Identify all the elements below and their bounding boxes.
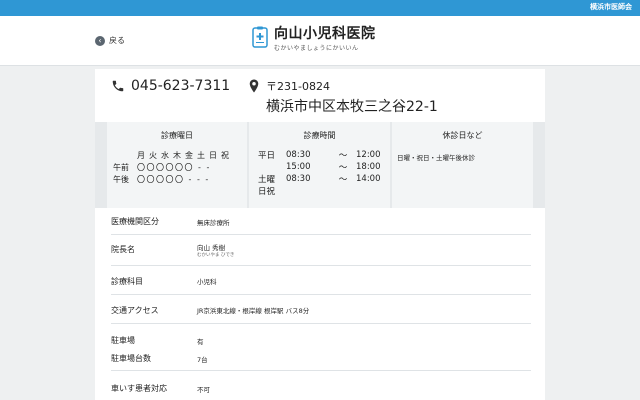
type-label: 医療機関区分 (111, 217, 159, 226)
clinic-brand: 向山小児科医院 むかいやましょうにかいいん (252, 26, 376, 52)
director-kana: むかいやま ひでき (197, 253, 235, 258)
closed-days-column: 休診日など 日曜・祝日・土曜午後休診 (392, 122, 533, 208)
parking-count-value: 7台 (197, 356, 208, 364)
weekday-am-end: 12:00 (356, 150, 381, 160)
consult-hours-column: 診療時間 平日 08:30 ～ 12:00 15:00 ～ 18:00 土曜 0… (249, 122, 390, 208)
phone-icon (112, 80, 124, 92)
hours-list: 平日 08:30 ～ 12:00 15:00 ～ 18:00 土曜 08:30 … (258, 149, 381, 197)
tilde: ～ (338, 151, 348, 161)
closed-days-header: 休診日など (442, 131, 483, 140)
parking-label: 駐車場 (111, 336, 135, 345)
weekday-pm-row: 15:00 ～ 18:00 (258, 161, 381, 173)
department-label: 診療科目 (111, 277, 143, 286)
detail-row-type: 医療機関区分 無床診療所 (111, 208, 531, 235)
phone-row[interactable]: 045-623-7311 (111, 78, 230, 94)
detail-row-access: 交通アクセス JR京浜東北線・根岸線 根岸駅 バス8分 (111, 295, 531, 324)
chevron-left-icon: ‹ (95, 35, 105, 46)
access-label: 交通アクセス (111, 306, 159, 315)
address-block: 〒231-0824 横浜市中区本牧三之谷22-1 (249, 78, 438, 116)
pm-row: 午後 〇〇〇〇〇 - - - (113, 174, 210, 185)
director-label: 院長名 (111, 245, 135, 254)
saturday-end: 14:00 (356, 174, 381, 184)
clinic-name: 向山小児科医院 (274, 26, 376, 42)
weekday-pm-end: 18:00 (356, 162, 381, 172)
sunday-row: 日祝 (258, 185, 381, 197)
tilde: ～ (338, 175, 348, 185)
consult-days-header: 診療曜日 (161, 131, 193, 140)
detail-row-department: 診療科目 小児科 (111, 266, 531, 295)
am-marks: 〇〇〇〇〇〇 - - (137, 163, 211, 172)
wheelchair-value: 不可 (197, 386, 210, 394)
detail-rows: 医療機関区分 無床診療所 院長名 向山 秀樹 むかいやま ひでき 診療科目 小児… (111, 208, 531, 400)
weekday-pm-start: 15:00 (286, 162, 311, 172)
access-value: JR京浜東北線・根岸線 根岸駅 バス8分 (197, 307, 310, 315)
weekday-label: 平日 (258, 151, 276, 161)
back-label: 戻る (109, 36, 125, 45)
saturday-row: 土曜 08:30 ～ 14:00 (258, 173, 381, 185)
street-address: 横浜市中区本牧三之谷22-1 (266, 99, 438, 115)
director-value: 向山 秀樹 (197, 244, 226, 252)
pm-marks: 〇〇〇〇〇 - - - (137, 175, 210, 184)
parking-value: 有 (197, 338, 204, 346)
department-value: 小児科 (197, 278, 217, 286)
postal-code: 〒231-0824 (266, 80, 330, 93)
back-button[interactable]: ‹ 戻る (95, 35, 125, 46)
association-link[interactable]: 横浜市医師会 (590, 2, 632, 12)
closed-days-text: 日曜・祝日・土曜午後休診 (397, 154, 475, 162)
wheelchair-label: 車いす患者対応 (111, 384, 167, 393)
phone-number: 045-623-7311 (131, 78, 231, 94)
parking-count-label: 駐車場台数 (111, 354, 151, 363)
detail-row-wheelchair: 車いす患者対応 不可 (111, 371, 531, 400)
clinic-detail-card: 045-623-7311 〒231-0824 横浜市中区本牧三之谷22-1 診療… (95, 69, 545, 400)
schedule-table: 診療曜日 月火水木金土日祝 午前 〇〇〇〇〇〇 - - 午後 〇〇〇〇〇 - -… (95, 122, 545, 208)
header: ‹ 戻る 向山小児科医院 むかいやましょうにかいいん (0, 16, 640, 66)
type-value: 無床診療所 (197, 219, 230, 227)
clinic-kana: むかいやましょうにかいいん (274, 45, 359, 52)
consult-hours-header: 診療時間 (303, 131, 336, 140)
saturday-label: 土曜 (258, 175, 276, 185)
sunday-holiday-label: 日祝 (258, 187, 276, 197)
pm-label: 午後 (113, 175, 129, 184)
saturday-start: 08:30 (286, 174, 311, 184)
detail-row-director: 院長名 向山 秀樹 むかいやま ひでき (111, 235, 531, 266)
weekday-am-start: 08:30 (286, 150, 311, 160)
am-label: 午前 (113, 163, 129, 172)
am-row: 午前 〇〇〇〇〇〇 - - (113, 162, 211, 173)
weekday-labels: 月火水木金土日祝 (137, 151, 233, 160)
top-bar: 横浜市医師会 (0, 0, 640, 16)
detail-row-parking: 駐車場 有 駐車場台数 7台 (111, 324, 531, 371)
tilde: ～ (338, 163, 348, 173)
map-pin-icon (249, 79, 259, 93)
clipboard-medical-icon (252, 26, 268, 48)
weekday-am-row: 平日 08:30 ～ 12:00 (258, 149, 381, 161)
consult-days-column: 診療曜日 月火水木金土日祝 午前 〇〇〇〇〇〇 - - 午後 〇〇〇〇〇 - -… (107, 122, 247, 208)
